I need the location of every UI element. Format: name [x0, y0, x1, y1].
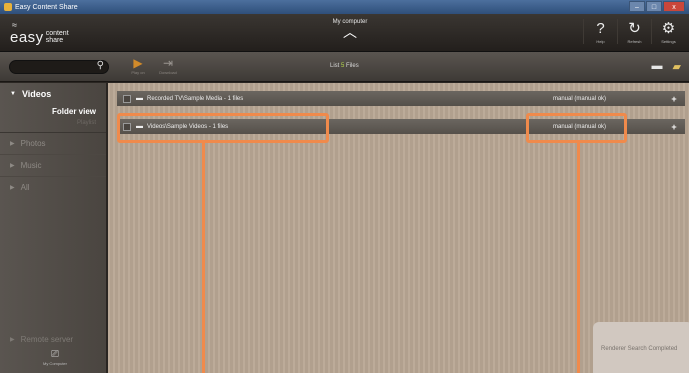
signal-wave-icon: ≈ — [12, 20, 17, 30]
share-mode[interactable]: manual (manual ok) — [553, 96, 663, 102]
folder-icon[interactable]: ▬ — [652, 60, 663, 73]
app-icon — [4, 3, 12, 11]
search-input[interactable] — [10, 67, 90, 79]
triangle-right-icon: ▶ — [10, 336, 15, 343]
search-icon[interactable]: ⚲ — [97, 60, 104, 71]
folder-icon: ▬ — [136, 95, 143, 102]
play-on-label: Play on — [131, 70, 145, 75]
triangle-right-icon: ▶ — [10, 185, 15, 191]
files-count: List 5 Files — [330, 63, 359, 69]
help-icon: ? — [596, 20, 605, 37]
photos-label: Photos — [20, 139, 46, 148]
callout-line — [202, 143, 205, 373]
status-toast: Renderer Search Completed — [593, 322, 689, 373]
triangle-right-icon: ▶ — [10, 141, 15, 147]
app-logo: ≈ easy content share — [10, 20, 69, 46]
refresh-button[interactable]: ↻ Refresh — [617, 19, 651, 44]
settings-label: Settings — [661, 39, 676, 44]
files-count-number: 5 — [341, 63, 345, 69]
folder-view-tab[interactable]: Folder view — [0, 105, 106, 118]
header-actions: ? Help ↻ Refresh ⚙ Settings — [583, 19, 685, 44]
all-label: All — [20, 183, 30, 192]
download-icon: ⇥ — [162, 56, 174, 70]
settings-button[interactable]: ⚙ Settings — [651, 19, 685, 44]
toolbar-right: ▬ ▰ — [652, 60, 681, 73]
triangle-down-icon: ▼ — [10, 91, 16, 97]
computer-icon: ⎚ — [51, 349, 59, 360]
sidebar-item-photos[interactable]: ▶ Photos — [0, 132, 106, 154]
sidebar-item-music[interactable]: ▶ Music — [0, 154, 106, 176]
help-label: Help — [596, 39, 605, 44]
add-icon[interactable]: + — [663, 122, 685, 132]
playlist-tab[interactable]: Playlist — [0, 118, 106, 132]
refresh-label: Refresh — [627, 39, 642, 44]
logo-easy-text: easy — [10, 29, 44, 46]
row-checkbox[interactable] — [123, 94, 131, 103]
window-controls: – □ x — [629, 1, 685, 12]
my-computer-label: My Computer — [42, 361, 67, 366]
search-box: ⚲ — [9, 60, 109, 79]
files-prefix: List — [330, 63, 340, 69]
minimize-button[interactable]: – — [629, 1, 645, 12]
sidebar: ▼ Videos Folder view Playlist ▶ Photos ▶… — [0, 83, 107, 373]
window-title: Easy Content Share — [15, 3, 78, 11]
maximize-button[interactable]: □ — [646, 1, 662, 12]
logo-share-text: share — [45, 37, 64, 44]
play-on-button[interactable]: ▶ Play on — [123, 56, 153, 75]
window-titlebar: Easy Content Share – □ x — [0, 0, 689, 14]
download-label: Download — [159, 70, 177, 75]
download-button[interactable]: ⇥ Download — [153, 56, 183, 75]
triangle-right-icon: ▶ — [10, 163, 15, 169]
device-toggle[interactable]: My computer ︿ — [320, 19, 380, 39]
folder-name: Recorded TV\Sample Media - 1 files — [147, 95, 244, 102]
videos-label: Videos — [21, 89, 52, 99]
sidebar-item-remote-server[interactable]: ▶ Remote server — [0, 330, 107, 348]
settings-icon: ⚙ — [661, 20, 676, 37]
app-header: ≈ easy content share My computer ︿ ? Hel… — [0, 14, 689, 52]
add-icon[interactable]: + — [663, 94, 685, 104]
help-button[interactable]: ? Help — [583, 19, 617, 44]
callout-line — [577, 143, 580, 373]
highlight-folder-name — [117, 113, 329, 143]
open-folder-icon[interactable]: ▰ — [673, 60, 681, 73]
music-label: Music — [20, 161, 42, 170]
files-suffix: Files — [346, 63, 359, 69]
my-computer-button[interactable]: ⎚ My Computer — [35, 349, 75, 366]
play-icon: ▶ — [133, 56, 143, 70]
sidebar-item-videos[interactable]: ▼ Videos — [0, 83, 106, 105]
chevron-up-icon: ︿ — [343, 24, 357, 40]
toolbar: ⚲ ▶ Play on ⇥ Download List 5 Files ▬ ▰ — [0, 52, 689, 82]
highlight-share-mode — [526, 113, 627, 143]
sidebar-item-all[interactable]: ▶ All — [0, 176, 106, 198]
close-button[interactable]: x — [663, 1, 685, 12]
logo-content-text: content — [45, 30, 69, 37]
logo-content-share: content share — [46, 30, 69, 44]
remote-server-label: Remote server — [20, 334, 74, 344]
folder-row[interactable]: ▬ Recorded TV\Sample Media - 1 files man… — [117, 91, 685, 106]
refresh-icon: ↻ — [628, 20, 641, 37]
